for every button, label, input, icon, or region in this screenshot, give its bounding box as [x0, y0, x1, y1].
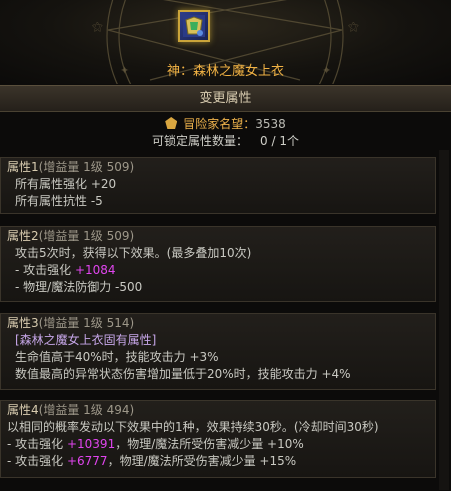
property-panel-1[interactable]: 属性1(增益量 1级 509) 所有属性强化 +20 所有属性抗性 -5 — [0, 157, 436, 214]
property-line: - 攻击强化 +6777，物理/魔法所受伤害减少量 +15% — [7, 454, 297, 468]
attack-value: +10391 — [66, 437, 116, 451]
chest-armor-icon[interactable] — [178, 10, 210, 42]
property-sub: (增益量 1级 494) — [38, 403, 135, 417]
svg-text:⚝: ⚝ — [92, 20, 103, 33]
property-line: - 攻击强化 +10391，物理/魔法所受伤害减少量 +10% — [7, 437, 304, 451]
item-header: ⚝ ⚝ ✦ ✦ 神：森林之魔女上衣 — [0, 0, 451, 84]
property-header: 属性4(增益量 1级 494) — [1, 401, 435, 419]
reputation-crest-icon — [165, 117, 178, 129]
property-header: 属性2(增益量 1级 509) — [1, 227, 435, 245]
property-line: - 物理/魔法防御力 -500 — [15, 280, 143, 294]
lockable-row: 可锁定属性数量： 0 / 1个 — [0, 133, 451, 150]
property-panel-2[interactable]: 属性2(增益量 1级 509) 攻击5次时，获得以下效果。(最多叠加10次) -… — [0, 226, 436, 302]
reputation-label: 冒险家名望： — [183, 117, 256, 131]
attack-value: +6777 — [66, 454, 108, 468]
property-title: 属性2 — [7, 229, 39, 243]
property-sub: (增益量 1级 509) — [38, 229, 135, 243]
attack-value: +1084 — [74, 263, 116, 277]
section-title: 变更属性 — [0, 85, 451, 112]
property-panel-4[interactable]: 属性4(增益量 1级 494) 以相同的概率发动以下效果中的1种，效果持续30秒… — [0, 400, 436, 478]
property-line: 所有属性抗性 -5 — [15, 194, 103, 208]
property-line: - 攻击强化 +1084 — [15, 263, 116, 277]
property-header: 属性1(增益量 1级 509) — [1, 158, 435, 176]
item-name: 神：森林之魔女上衣 — [166, 64, 284, 79]
property-line: 以相同的概率发动以下效果中的1种，效果持续30秒。(冷却时间30秒) — [7, 420, 379, 434]
reputation-row: 冒险家名望：3538 — [0, 116, 451, 133]
property-line: 生命值高于40%时，技能攻击力 +3% — [15, 350, 219, 364]
property-header: 属性3(增益量 1级 514) — [1, 314, 435, 332]
lockable-label: 可锁定属性数量： — [152, 134, 249, 148]
summary: 冒险家名望：3538 可锁定属性数量： 0 / 1个 — [0, 116, 451, 150]
unique-property-tag: [森林之魔女上衣固有属性] — [15, 333, 157, 347]
lockable-value: 0 / 1个 — [260, 134, 299, 148]
scrollbar-track[interactable] — [439, 150, 449, 490]
property-line: 攻击5次时，获得以下效果。(最多叠加10次) — [15, 246, 252, 260]
property-sub: (增益量 1级 514) — [38, 316, 135, 330]
property-sub: (增益量 1级 509) — [38, 160, 135, 174]
property-title: 属性3 — [7, 316, 39, 330]
property-line: 数值最高的异常状态伤害增加量低于20%时，技能攻击力 +4% — [15, 367, 351, 381]
property-title: 属性4 — [7, 403, 39, 417]
reputation-value: 3538 — [255, 117, 286, 131]
property-title: 属性1 — [7, 160, 39, 174]
svg-text:⚝: ⚝ — [348, 20, 359, 33]
property-panel-3[interactable]: 属性3(增益量 1级 514) [森林之魔女上衣固有属性] 生命值高于40%时，… — [0, 313, 436, 390]
property-line: 所有属性强化 +20 — [15, 177, 117, 191]
